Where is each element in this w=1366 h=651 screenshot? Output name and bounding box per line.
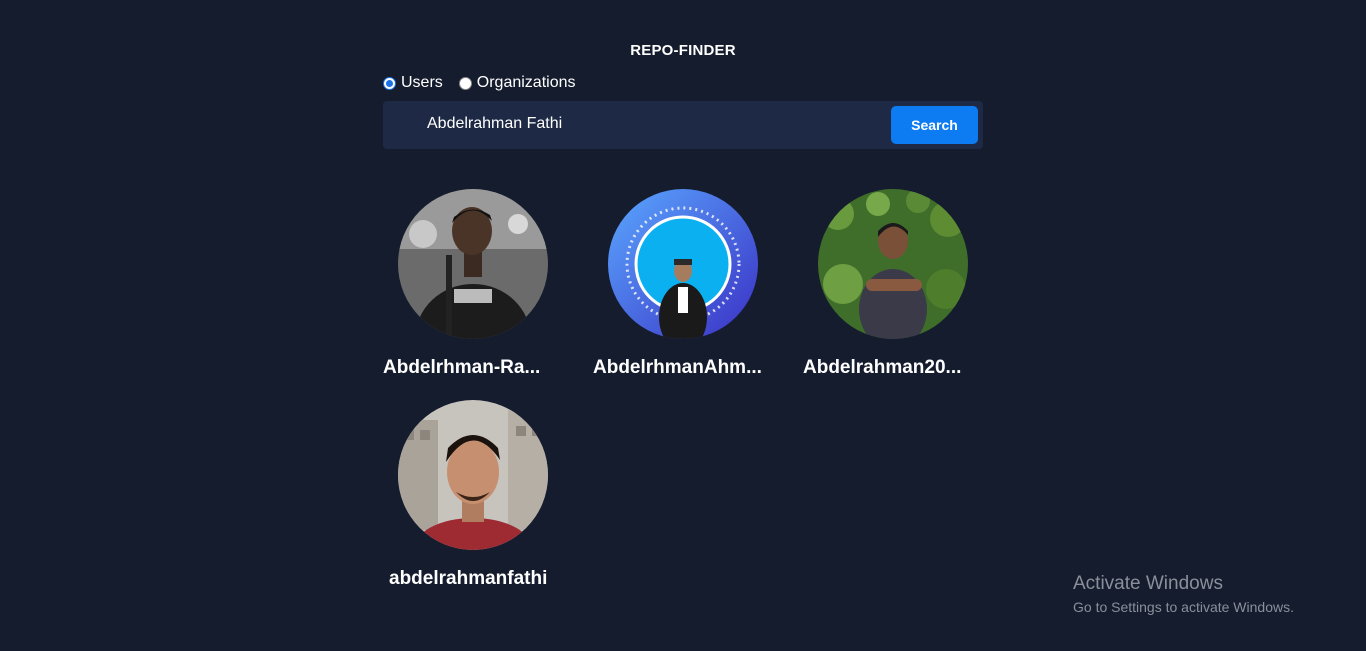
app-root: REPO-FINDER Users Organizations Abdelrah… <box>0 0 1366 651</box>
radio-organizations-button[interactable] <box>458 76 472 90</box>
windows-activation-watermark: Activate Windows Go to Settings to activ… <box>1073 573 1294 615</box>
avatar-photo-icon <box>398 189 548 339</box>
search-button[interactable]: Search <box>891 106 978 144</box>
watermark-title: Activate Windows <box>1073 573 1223 594</box>
avatar-photo-icon <box>398 400 548 550</box>
watermark-subtitle: Go to Settings to activate Windows. <box>1073 599 1294 615</box>
page-title: REPO-FINDER <box>630 42 736 59</box>
user-name[interactable]: Abdelrhman-Ra... <box>383 357 563 379</box>
search-input[interactable]: Abdelrahman Fathi <box>427 115 562 133</box>
radio-users-label[interactable]: Users <box>401 74 443 92</box>
user-card[interactable]: abdelrahmanfathi <box>383 400 563 590</box>
radio-users-button[interactable] <box>383 76 396 90</box>
avatar-photo-icon <box>608 189 758 339</box>
radio-users[interactable]: Users <box>383 74 443 92</box>
user-avatar[interactable] <box>818 189 968 339</box>
user-name[interactable]: abdelrahmanfathi <box>383 568 569 590</box>
user-avatar[interactable] <box>398 189 548 339</box>
user-card[interactable]: Abdelrhman-Ra... <box>383 189 563 379</box>
avatar-photo-icon <box>818 189 968 339</box>
user-card[interactable]: AbdelrhmanAhm... <box>593 189 773 379</box>
user-card[interactable]: Abdelrahman20... <box>803 189 983 379</box>
user-avatar[interactable] <box>398 400 548 550</box>
radio-organizations[interactable]: Organizations <box>458 74 576 92</box>
search-bar: Abdelrahman Fathi Search <box>383 101 983 149</box>
user-name[interactable]: AbdelrhmanAhm... <box>593 357 773 379</box>
user-avatar[interactable] <box>608 189 758 339</box>
search-type-selector: Users Organizations <box>383 74 592 92</box>
radio-organizations-label[interactable]: Organizations <box>477 74 576 92</box>
user-name[interactable]: Abdelrahman20... <box>803 357 983 379</box>
